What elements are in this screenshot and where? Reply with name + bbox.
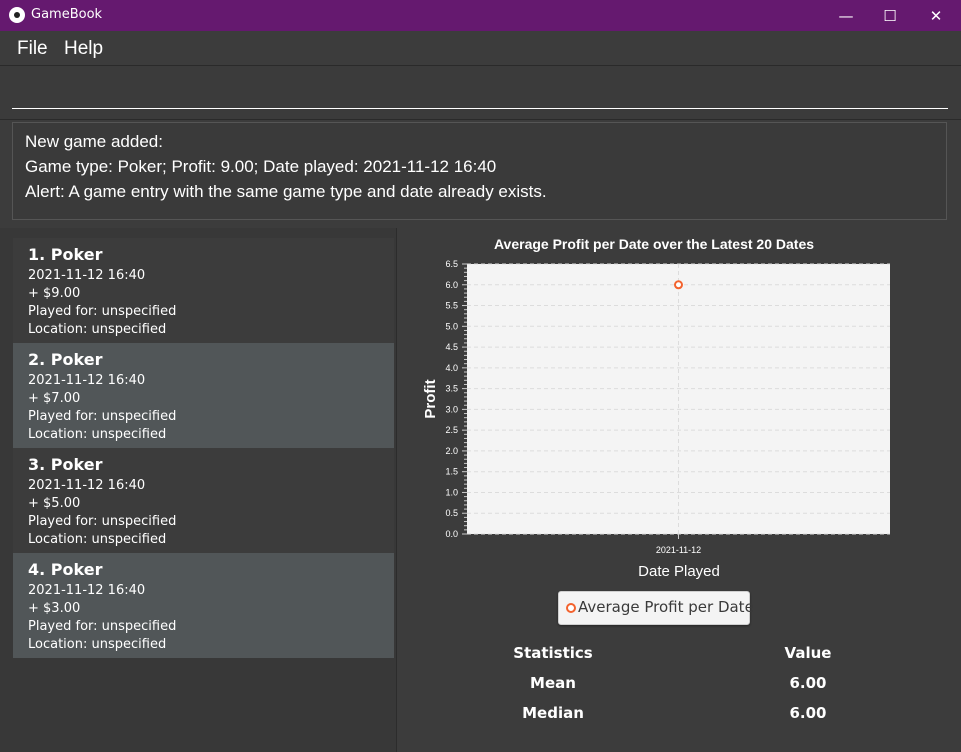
y-tick-label: 2.0 <box>445 446 458 456</box>
game-profit: + $9.00 <box>28 286 81 301</box>
legend-label: Average Profit per Date <box>578 598 754 616</box>
game-title: 1. Poker <box>28 245 103 264</box>
game-profit: + $3.00 <box>28 601 81 616</box>
y-tick-label: 3.0 <box>445 404 458 414</box>
y-tick-label: 6.5 <box>445 259 458 269</box>
result-line-3: Alert: A game entry with the same game t… <box>25 182 547 201</box>
legend-marker <box>566 603 576 613</box>
minimize-button[interactable]: — <box>823 0 869 31</box>
y-tick-label: 0.5 <box>445 508 458 518</box>
y-tick-label: 5.0 <box>445 321 458 331</box>
window-title: GameBook <box>31 7 103 22</box>
game-profit: + $5.00 <box>28 496 81 511</box>
y-tick-label: 1.5 <box>445 467 458 477</box>
game-location: Location: unspecified <box>28 637 167 652</box>
y-tick-label: 2.5 <box>445 425 458 435</box>
command-box <box>0 66 961 120</box>
x-tick-label: 2021-11-12 <box>656 545 701 555</box>
y-tick-label: 4.5 <box>445 342 458 352</box>
game-card-1[interactable]: 1. Poker 2021-11-12 16:40 + $9.00 Played… <box>13 238 394 343</box>
game-title: 3. Poker <box>28 455 103 474</box>
profit-chart: Average Profit per Date over the Latest … <box>422 236 890 580</box>
command-input[interactable] <box>12 74 952 106</box>
stats-header-statistics: Statistics <box>513 644 593 662</box>
game-date: 2021-11-12 16:40 <box>28 268 146 283</box>
chart-title: Average Profit per Date over the Latest … <box>494 236 814 252</box>
game-card-2[interactable]: 2. Poker 2021-11-12 16:40 + $7.00 Played… <box>13 343 394 448</box>
game-date: 2021-11-12 16:40 <box>28 478 146 493</box>
result-line-1: New game added: <box>25 132 163 151</box>
y-tick-label: 4.0 <box>445 363 458 373</box>
y-tick-label: 3.5 <box>445 384 458 394</box>
x-axis-label: Date Played <box>638 563 720 580</box>
menu-bar: File Help <box>0 31 961 66</box>
stats-median-value: 6.00 <box>789 704 827 722</box>
game-date: 2021-11-12 16:40 <box>28 373 146 388</box>
game-played-for: Played for: unspecified <box>28 619 177 634</box>
result-line-2: Game type: Poker; Profit: 9.00; Date pla… <box>25 157 497 176</box>
stats-mean-label: Mean <box>530 674 576 692</box>
game-title: 2. Poker <box>28 350 103 369</box>
stats-median-label: Median <box>522 704 584 722</box>
menu-help[interactable]: Help <box>64 38 103 60</box>
y-tick-label: 6.0 <box>445 280 458 290</box>
game-card-4[interactable]: 4. Poker 2021-11-12 16:40 + $3.00 Played… <box>13 553 394 658</box>
stats-header-value: Value <box>784 644 832 662</box>
y-axis-ticks: 0.0 0.5 1.0 1.5 2.0 2.5 3.0 3.5 4.0 4.5 5.0 5.5 6.0 6… <box>445 259 467 539</box>
chart-legend: Average Profit per Date <box>558 591 754 625</box>
game-location: Location: unspecified <box>28 532 167 547</box>
game-played-for: Played for: unspecified <box>28 409 177 424</box>
statistics-panel: Average Profit per Date over the Latest … <box>397 228 961 752</box>
data-point <box>674 280 683 290</box>
game-profit: + $7.00 <box>28 391 81 406</box>
game-card-3[interactable]: 3. Poker 2021-11-12 16:40 + $5.00 Played… <box>13 448 394 553</box>
maximize-button[interactable]: ☐ <box>867 0 913 31</box>
app-dice-icon <box>9 7 25 23</box>
game-title: 4. Poker <box>28 560 103 579</box>
stats-mean-value: 6.00 <box>789 674 827 692</box>
y-tick-label: 1.0 <box>445 487 458 497</box>
game-date: 2021-11-12 16:40 <box>28 583 146 598</box>
y-tick-label: 0.0 <box>445 529 458 539</box>
game-list-panel: 1. Poker 2021-11-12 16:40 + $9.00 Played… <box>0 228 397 752</box>
y-axis-label: Profit <box>422 379 439 418</box>
result-display: New game added: Game type: Poker; Profit… <box>12 122 947 220</box>
y-tick-label: 5.5 <box>445 301 458 311</box>
close-button[interactable]: ✕ <box>913 0 959 31</box>
game-played-for: Played for: unspecified <box>28 304 177 319</box>
x-axis-ticks: 2021-11-12 <box>656 534 701 555</box>
series-points <box>674 280 683 290</box>
game-played-for: Played for: unspecified <box>28 514 177 529</box>
command-underline <box>12 108 948 109</box>
menu-file[interactable]: File <box>17 38 48 60</box>
game-location: Location: unspecified <box>28 427 167 442</box>
title-bar: GameBook — ☐ ✕ <box>0 0 961 31</box>
game-location: Location: unspecified <box>28 322 167 337</box>
